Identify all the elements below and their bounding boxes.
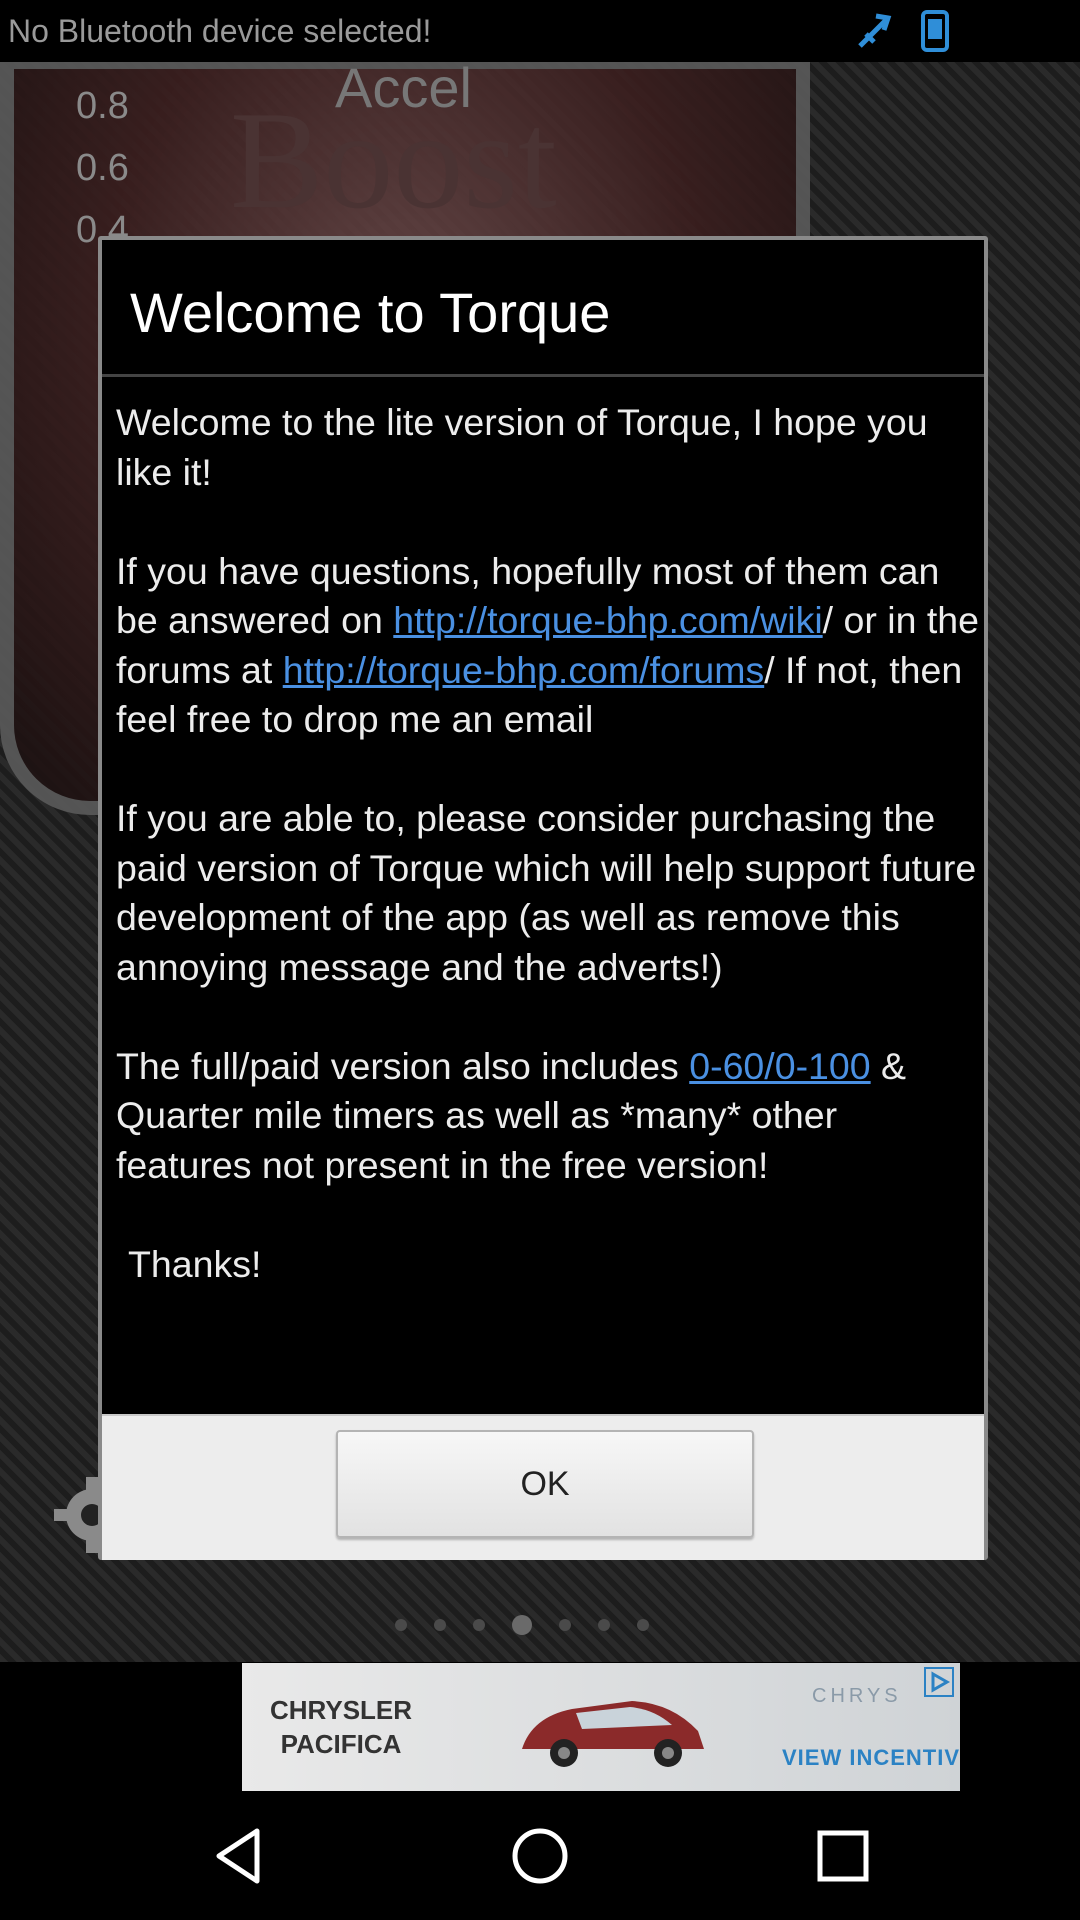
page-dot	[598, 1619, 610, 1631]
welcome-dialog: Welcome to Torque Welcome to the lite ve…	[98, 236, 988, 1560]
car-image	[522, 1701, 704, 1767]
ad-brand-line: CHRYSLER	[270, 1695, 413, 1725]
ad-brand-line: PACIFICA	[280, 1729, 402, 1759]
forums-link[interactable]: http://torque-bhp.com/forums	[283, 649, 764, 691]
ad-choices-icon[interactable]	[924, 1667, 954, 1697]
gauge-tick: 0.6	[76, 147, 129, 189]
gauge-title: Accel	[335, 56, 472, 119]
page-dot	[473, 1619, 485, 1631]
divider	[102, 374, 984, 377]
dialog-button-bar: OK	[102, 1414, 984, 1560]
home-icon[interactable]	[505, 1821, 575, 1891]
ok-button[interactable]: OK	[336, 1430, 754, 1538]
page-dot	[434, 1619, 446, 1631]
dialog-title: Welcome to Torque	[130, 281, 611, 344]
status-message: No Bluetooth device selected!	[8, 12, 432, 49]
message-paragraph: Welcome to the lite version of Torque, I…	[116, 401, 928, 493]
ad-brand-logo-text: CHRYS	[812, 1685, 902, 1707]
bluetooth-off-icon	[858, 13, 892, 48]
phone-icon	[921, 10, 949, 52]
ad-banner[interactable]: CHRYSLER PACIFICA CHRYS VIEW INCENTIV	[242, 1663, 960, 1791]
page-indicator	[395, 1615, 649, 1635]
back-icon[interactable]	[205, 1821, 275, 1891]
message-paragraph: If you have questions, hopefully most of…	[116, 547, 982, 745]
timers-link[interactable]: 0-60/0-100	[689, 1045, 870, 1087]
page-dot-active	[512, 1615, 532, 1635]
page-dot	[559, 1619, 571, 1631]
page-dot	[395, 1619, 407, 1631]
thanks-text: Thanks!	[128, 1242, 262, 1285]
page-dot	[637, 1619, 649, 1631]
message-text: The full/paid version also includes	[116, 1044, 690, 1087]
dialog-message: Welcome to the lite version of Torque, I…	[116, 398, 982, 1339]
navigation-bar	[0, 1791, 1080, 1920]
status-bar: No Bluetooth device selected!	[0, 0, 1080, 62]
ad-cta[interactable]: VIEW INCENTIV	[782, 1745, 960, 1771]
ad-brand: CHRYSLER PACIFICA	[270, 1693, 412, 1761]
message-paragraph: The full/paid version also includes 0-60…	[116, 1042, 982, 1191]
gauge-tick: 0.8	[76, 85, 129, 127]
recents-icon[interactable]	[808, 1821, 878, 1891]
message-paragraph: If you are able to, please consider purc…	[116, 797, 977, 988]
wiki-link[interactable]: http://torque-bhp.com/wiki	[393, 599, 822, 641]
